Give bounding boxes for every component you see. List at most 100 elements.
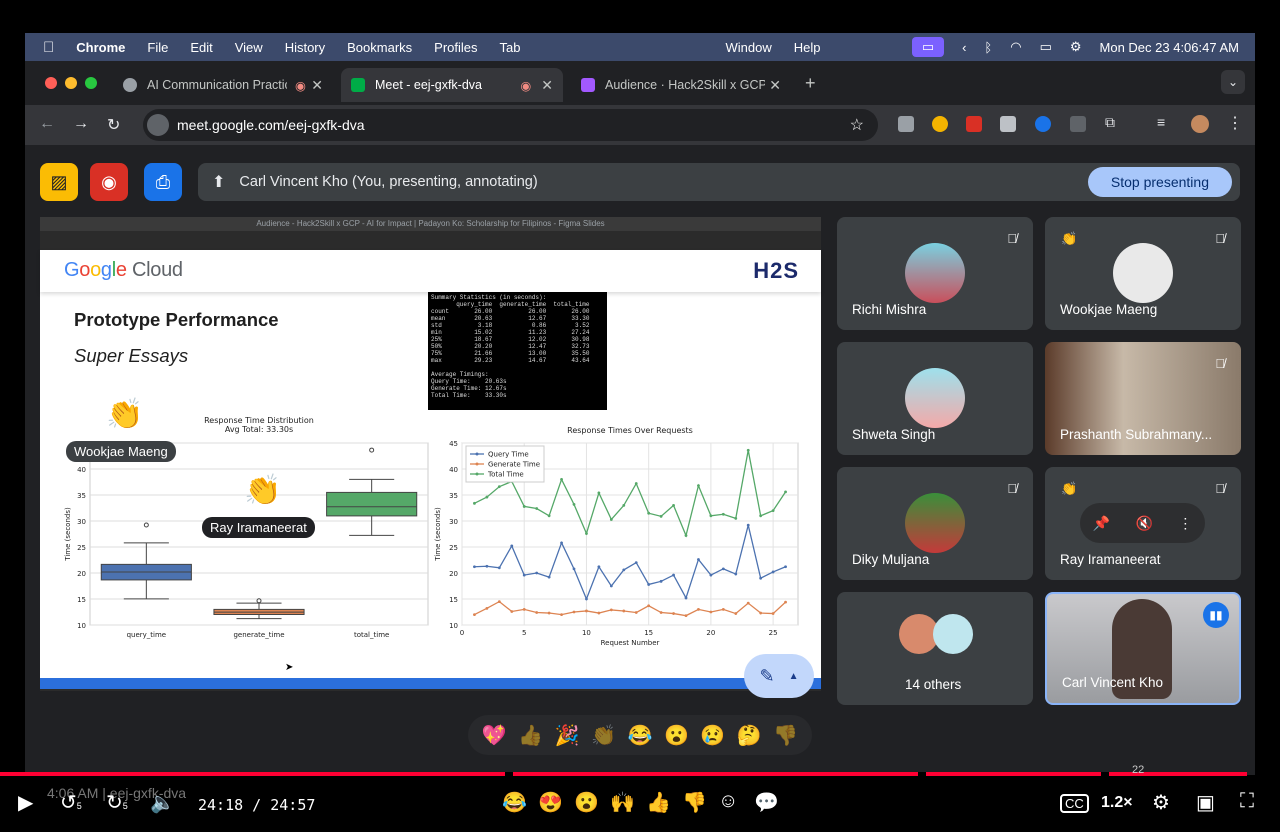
chevron-left-icon[interactable]: ‹ [962,40,966,55]
reaction-heart[interactable]: 💖 [482,723,507,748]
data-point [759,514,763,518]
close-icon[interactable]: ✕ [311,77,323,94]
apple-icon[interactable]:  [43,39,54,56]
emoji-heart-eyes[interactable]: 😍 [538,790,563,815]
emoji-reaction-icon[interactable]: ☺ [718,790,738,813]
data-point [734,612,738,615]
window-zoom-icon[interactable] [85,77,97,89]
extension-icon[interactable] [1070,116,1086,132]
others-tile[interactable]: 14 others [837,592,1033,705]
reaction-party[interactable]: 🎉 [555,723,580,748]
participant-tile[interactable]: 👏 🎙̸ Wookjae Maeng [1045,217,1241,330]
participant-tile-video[interactable]: 🎙̸ Prashanth Subrahmany... [1045,342,1241,455]
play-icon[interactable]: ▶ [18,790,33,815]
back-icon[interactable]: ← [39,115,55,133]
reaction-laugh[interactable]: 😂 [628,723,653,748]
menu-item-profiles[interactable]: Profiles [434,40,477,55]
emoji-surprised[interactable]: 😮 [574,790,599,815]
profile-avatar[interactable] [1191,115,1209,133]
pin-icon[interactable]: 📌 [1093,515,1110,532]
video-progress-bar[interactable] [0,772,1280,776]
hide-presentation-icon[interactable]: ▨ [40,163,78,201]
reaction-thinking[interactable]: 🤔 [737,723,762,748]
extensions-puzzle-icon[interactable]: ⧉ [1105,114,1121,130]
menubar-datetime[interactable]: Mon Dec 23 4:06:47 AM [1100,40,1239,55]
extension-icon[interactable] [932,116,948,132]
record-button[interactable]: ◉ [90,163,128,201]
participant-tile[interactable]: Shweta Singh [837,342,1033,455]
menu-app-name[interactable]: Chrome [76,40,125,55]
data-point [535,611,539,614]
annotation-tool-button[interactable]: ✎ ▲ [744,654,814,698]
skip-forward-icon[interactable]: ↻5 [106,790,128,815]
participant-name: Richi Mishra [852,302,927,317]
data-point [547,575,551,579]
participant-tile[interactable]: 🎙̸ Richi Mishra [837,217,1033,330]
window-close-icon[interactable] [45,77,57,89]
menu-item-history[interactable]: History [285,40,325,55]
participant-tile[interactable]: 🎙̸ Diky Muljana [837,467,1033,580]
extension-icon[interactable] [1035,116,1051,132]
participant-tile[interactable]: 👏 📌 🔇 ⋮ 🎙̸ Ray Iramaneerat [1045,467,1241,580]
bookmark-star-icon[interactable]: ☆ [850,115,864,135]
settings-icon[interactable]: ⚙ [1152,790,1170,815]
extension-icon[interactable] [1000,116,1016,132]
tab-search-chevron-icon[interactable]: ⌄ [1221,70,1245,94]
menu-item-file[interactable]: File [147,40,168,55]
data-point [771,570,775,574]
tab-audience[interactable]: Audience · Hack2Skill x GCP ✕ [571,68,791,102]
participant-name: Ray Iramaneerat [1060,552,1161,567]
address-bar[interactable]: meet.google.com/eej-gxfk-dva ☆ [143,109,878,141]
site-info-icon[interactable] [147,114,169,136]
reaction-thumbs-down[interactable]: 👎 [773,723,798,748]
captions-icon[interactable]: CC [1060,794,1089,813]
self-video-tile[interactable]: ▮▮ Carl Vincent Kho [1045,592,1241,705]
battery-icon[interactable]: ▭ [1040,39,1052,55]
window-minimize-icon[interactable] [65,77,77,89]
stop-presenting-button[interactable]: Stop presenting [1087,167,1232,197]
bluetooth-icon[interactable]: ᛒ [984,40,992,55]
control-center-icon[interactable]: ⚙ [1070,39,1082,55]
transcript-button[interactable]: ⎙ [144,163,182,201]
y-tick-label: 15 [77,596,86,604]
skip-back-icon[interactable]: ↺5 [60,790,82,815]
reaction-sad[interactable]: 😢 [700,723,725,748]
menu-item-help[interactable]: Help [794,40,821,55]
menu-item-tab[interactable]: Tab [500,40,521,55]
reaction-thumbs-up[interactable]: 👍 [518,723,543,748]
emoji-thumbs-down[interactable]: 👎 [682,790,707,815]
reaction-clap[interactable]: 👏 [591,723,616,748]
h2s-logo: H2S [753,258,799,283]
media-control-icon[interactable]: ≡ [1157,114,1173,130]
mute-participant-icon[interactable]: 🔇 [1136,515,1153,532]
forward-icon[interactable]: → [73,115,89,133]
new-tab-icon[interactable]: + [805,73,816,94]
tab-meet[interactable]: Meet - eej-gxfk-dva ◉ ✕ [341,68,563,102]
emoji-thumbs-up[interactable]: 👍 [646,790,671,815]
menu-item-bookmarks[interactable]: Bookmarks [347,40,412,55]
playback-speed[interactable]: 1.2× [1101,794,1133,812]
reaction-surprised[interactable]: 😮 [664,723,689,748]
menu-item-window[interactable]: Window [726,40,772,55]
volume-icon[interactable]: 🔈 [150,790,175,815]
close-icon[interactable]: ✕ [769,77,781,94]
data-point [721,567,725,571]
camera-extension-icon[interactable] [898,116,914,132]
wifi-icon[interactable]: ◠ [1010,39,1021,55]
menu-item-view[interactable]: View [235,40,263,55]
more-options-icon[interactable]: ⋮ [1178,515,1192,532]
data-point [746,448,750,452]
close-icon[interactable]: ✕ [541,77,553,94]
more-menu-icon[interactable]: ⋮ [1227,113,1243,132]
miniplayer-icon[interactable]: ▣ [1196,790,1215,815]
chevron-up-icon[interactable]: ▲ [789,671,799,682]
screen-share-status-icon[interactable]: ▭ [912,37,945,57]
menu-item-edit[interactable]: Edit [190,40,212,55]
reload-icon[interactable]: ↻ [107,115,120,135]
fullscreen-icon[interactable]: ⛶ [1240,790,1254,813]
record-extension-icon[interactable] [966,116,982,132]
emoji-raised-hands[interactable]: 🙌 [610,790,635,815]
tab-ai-communication[interactable]: AI Communication Practic ◉ ✕ [113,68,333,102]
comment-icon[interactable]: 💬 [754,790,779,815]
emoji-laugh[interactable]: 😂 [502,790,527,815]
